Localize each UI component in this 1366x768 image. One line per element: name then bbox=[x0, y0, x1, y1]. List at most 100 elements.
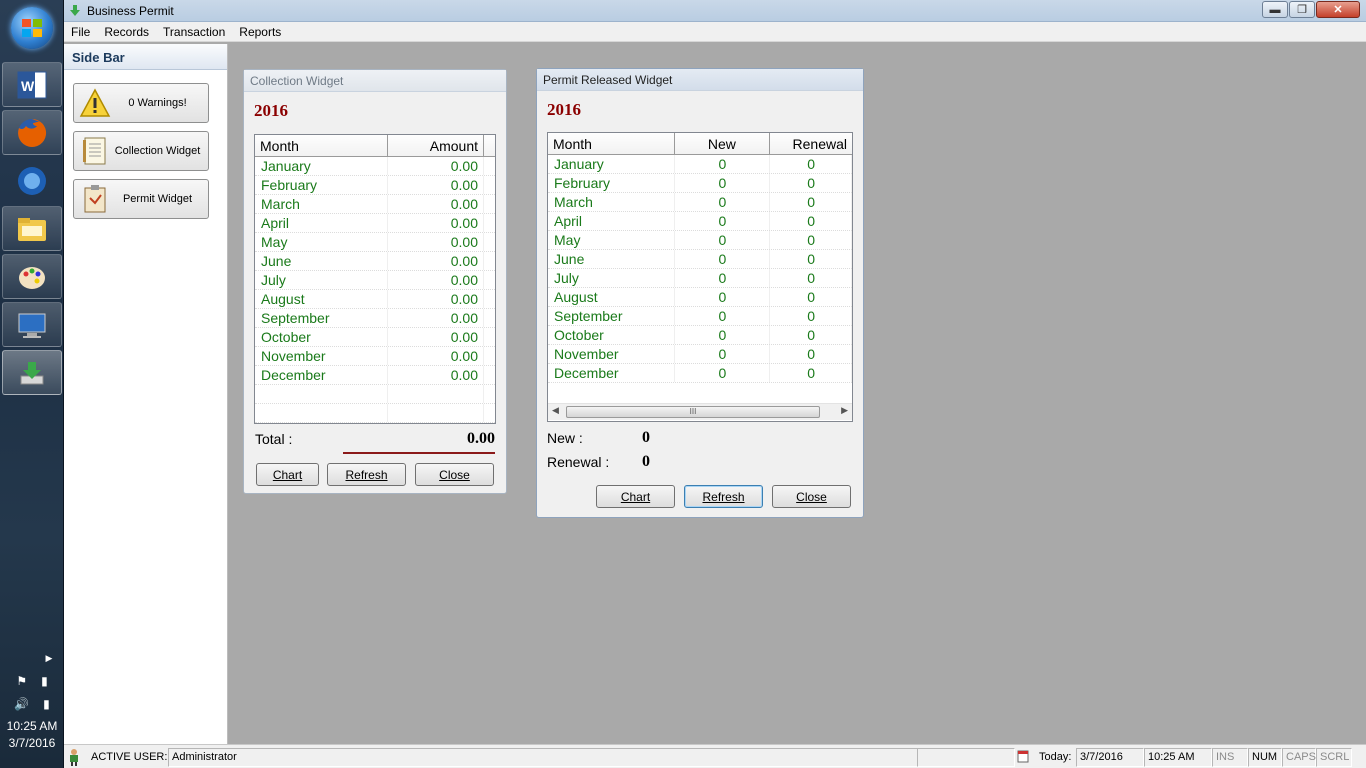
table-row[interactable]: April 0.00 bbox=[255, 214, 495, 233]
scroll-left-arrow-icon[interactable]: ◀ bbox=[552, 405, 559, 416]
menu-records[interactable]: Records bbox=[97, 25, 156, 39]
permit-new-value: 0 bbox=[642, 429, 650, 446]
taskbar-thunderbird[interactable] bbox=[2, 158, 62, 203]
close-icon: ✕ bbox=[1333, 4, 1343, 16]
menu-reports[interactable]: Reports bbox=[232, 25, 288, 39]
window-title: Business Permit bbox=[87, 3, 174, 18]
scroll-right-arrow-icon[interactable]: ▶ bbox=[841, 405, 848, 416]
table-row[interactable]: September 0 0 bbox=[548, 307, 852, 326]
taskbar-word[interactable]: W bbox=[2, 62, 62, 107]
column-header-month[interactable]: Month bbox=[255, 135, 388, 156]
permit-released-widget: Permit Released Widget 2016 Month New Re… bbox=[536, 68, 864, 518]
table-row[interactable]: June 0 0 bbox=[548, 250, 852, 269]
collection-close-button[interactable]: Close bbox=[415, 463, 494, 486]
minimize-icon: ▬ bbox=[1269, 3, 1281, 16]
table-row[interactable]: May 0 0 bbox=[548, 231, 852, 250]
collection-grid[interactable]: Month Amount January 0.00 February 0.00 Marc… bbox=[254, 134, 496, 424]
table-row[interactable]: November 0 0 bbox=[548, 345, 852, 364]
side-bar: Side Bar 0 Warnings! Collection Widget P… bbox=[64, 44, 228, 744]
permit-widget-title[interactable]: Permit Released Widget bbox=[537, 69, 863, 91]
collection-widget-button[interactable]: Collection Widget bbox=[73, 131, 209, 171]
month-cell: September bbox=[548, 307, 675, 325]
start-button[interactable] bbox=[11, 7, 53, 49]
table-row[interactable]: August 0 0 bbox=[548, 288, 852, 307]
taskbar-clock-date[interactable]: 3/7/2016 bbox=[0, 736, 64, 750]
taskbar-clock-time[interactable]: 10:25 AM bbox=[0, 719, 64, 733]
column-header-new[interactable]: New bbox=[675, 133, 771, 154]
permit-grid[interactable]: Month New Renewal January 0 0 February 0 0 Mar… bbox=[547, 132, 853, 422]
collection-total-label: Total : bbox=[255, 431, 293, 447]
permit-widget-button[interactable]: Permit Widget bbox=[73, 179, 209, 219]
taskbar-business-permit[interactable] bbox=[2, 350, 62, 395]
permit-chart-button[interactable]: Chart bbox=[596, 485, 675, 508]
tray-expand-arrow[interactable]: ▶ bbox=[0, 650, 64, 664]
table-row[interactable]: December 0.00 bbox=[255, 366, 495, 385]
taskbar-computer[interactable] bbox=[2, 302, 62, 347]
collection-refresh-button[interactable]: Refresh bbox=[327, 463, 406, 486]
volume-icon[interactable]: 🔊 bbox=[14, 697, 29, 711]
permit-refresh-button[interactable]: Refresh bbox=[684, 485, 763, 508]
new-cell: 0 bbox=[675, 269, 771, 287]
table-row[interactable]: March 0 0 bbox=[548, 193, 852, 212]
collection-widget: Collection Widget 2016 Month Amount Janu… bbox=[243, 69, 507, 494]
total-underline bbox=[343, 452, 495, 454]
warnings-button[interactable]: 0 Warnings! bbox=[73, 83, 209, 123]
table-row[interactable]: October 0.00 bbox=[255, 328, 495, 347]
table-row[interactable]: October 0 0 bbox=[548, 326, 852, 345]
month-cell: November bbox=[548, 345, 675, 363]
table-row[interactable]: February 0 0 bbox=[548, 174, 852, 193]
month-cell: November bbox=[255, 347, 388, 365]
table-row[interactable]: September 0.00 bbox=[255, 309, 495, 328]
table-row[interactable]: November 0.00 bbox=[255, 347, 495, 366]
network-signal-icon[interactable]: ▮ bbox=[41, 674, 48, 688]
new-cell: 0 bbox=[675, 307, 771, 325]
column-header-month[interactable]: Month bbox=[548, 133, 675, 154]
scroll-thumb[interactable]: III bbox=[566, 406, 820, 418]
minimize-button[interactable]: ▬ bbox=[1262, 1, 1288, 18]
column-header-amount[interactable]: Amount bbox=[388, 135, 484, 156]
table-row[interactable]: May 0.00 bbox=[255, 233, 495, 252]
table-row[interactable]: January 0 0 bbox=[548, 155, 852, 174]
permit-grid-horizontal-scrollbar[interactable]: ◀ III ▶ bbox=[548, 403, 852, 420]
power-icon[interactable]: ▮ bbox=[43, 697, 50, 711]
amount-cell: 0.00 bbox=[388, 290, 484, 308]
month-cell: July bbox=[255, 271, 388, 289]
table-row[interactable]: February 0.00 bbox=[255, 176, 495, 195]
maximize-button[interactable]: ❐ bbox=[1289, 1, 1315, 18]
table-row[interactable]: March 0.00 bbox=[255, 195, 495, 214]
new-cell: 0 bbox=[675, 231, 771, 249]
title-bar[interactable]: Business Permit ▬ ❐ ✕ bbox=[64, 0, 1366, 22]
month-cell: September bbox=[255, 309, 388, 327]
month-cell: May bbox=[548, 231, 675, 249]
renewal-cell: 0 bbox=[770, 193, 852, 211]
app-window: Business Permit ▬ ❐ ✕ File Records Trans… bbox=[64, 0, 1366, 768]
collection-grid-header: Month Amount bbox=[255, 135, 495, 157]
column-header-renewal[interactable]: Renewal bbox=[770, 133, 852, 154]
scrl-indicator: SCRL bbox=[1316, 748, 1352, 767]
table-row[interactable]: July 0.00 bbox=[255, 271, 495, 290]
status-bar: ACTIVE USER: Administrator Today: 3/7/20… bbox=[64, 744, 1366, 768]
taskbar-paint[interactable] bbox=[2, 254, 62, 299]
table-row[interactable]: April 0 0 bbox=[548, 212, 852, 231]
table-row[interactable]: July 0 0 bbox=[548, 269, 852, 288]
warnings-button-label: 0 Warnings! bbox=[128, 97, 187, 109]
sidebar-title: Side Bar bbox=[64, 44, 227, 70]
collection-widget-title[interactable]: Collection Widget bbox=[244, 70, 506, 92]
table-row[interactable]: December 0 0 bbox=[548, 364, 852, 383]
permit-renewal-label: Renewal : bbox=[547, 454, 610, 470]
menu-file[interactable]: File bbox=[64, 25, 97, 39]
active-user-value: Administrator bbox=[168, 748, 918, 767]
month-cell: January bbox=[255, 157, 388, 175]
table-row[interactable]: January 0.00 bbox=[255, 157, 495, 176]
action-center-flag-icon[interactable]: ⚑ bbox=[16, 674, 27, 688]
table-row[interactable]: August 0.00 bbox=[255, 290, 495, 309]
taskbar-firefox[interactable] bbox=[2, 110, 62, 155]
menu-transaction[interactable]: Transaction bbox=[156, 25, 232, 39]
taskbar-explorer[interactable] bbox=[2, 206, 62, 251]
renewal-cell: 0 bbox=[770, 364, 852, 382]
collection-chart-button[interactable]: Chart bbox=[256, 463, 319, 486]
table-row[interactable]: June 0.00 bbox=[255, 252, 495, 271]
clipboard-icon bbox=[79, 183, 111, 215]
permit-close-button[interactable]: Close bbox=[772, 485, 851, 508]
close-window-button[interactable]: ✕ bbox=[1316, 1, 1360, 18]
